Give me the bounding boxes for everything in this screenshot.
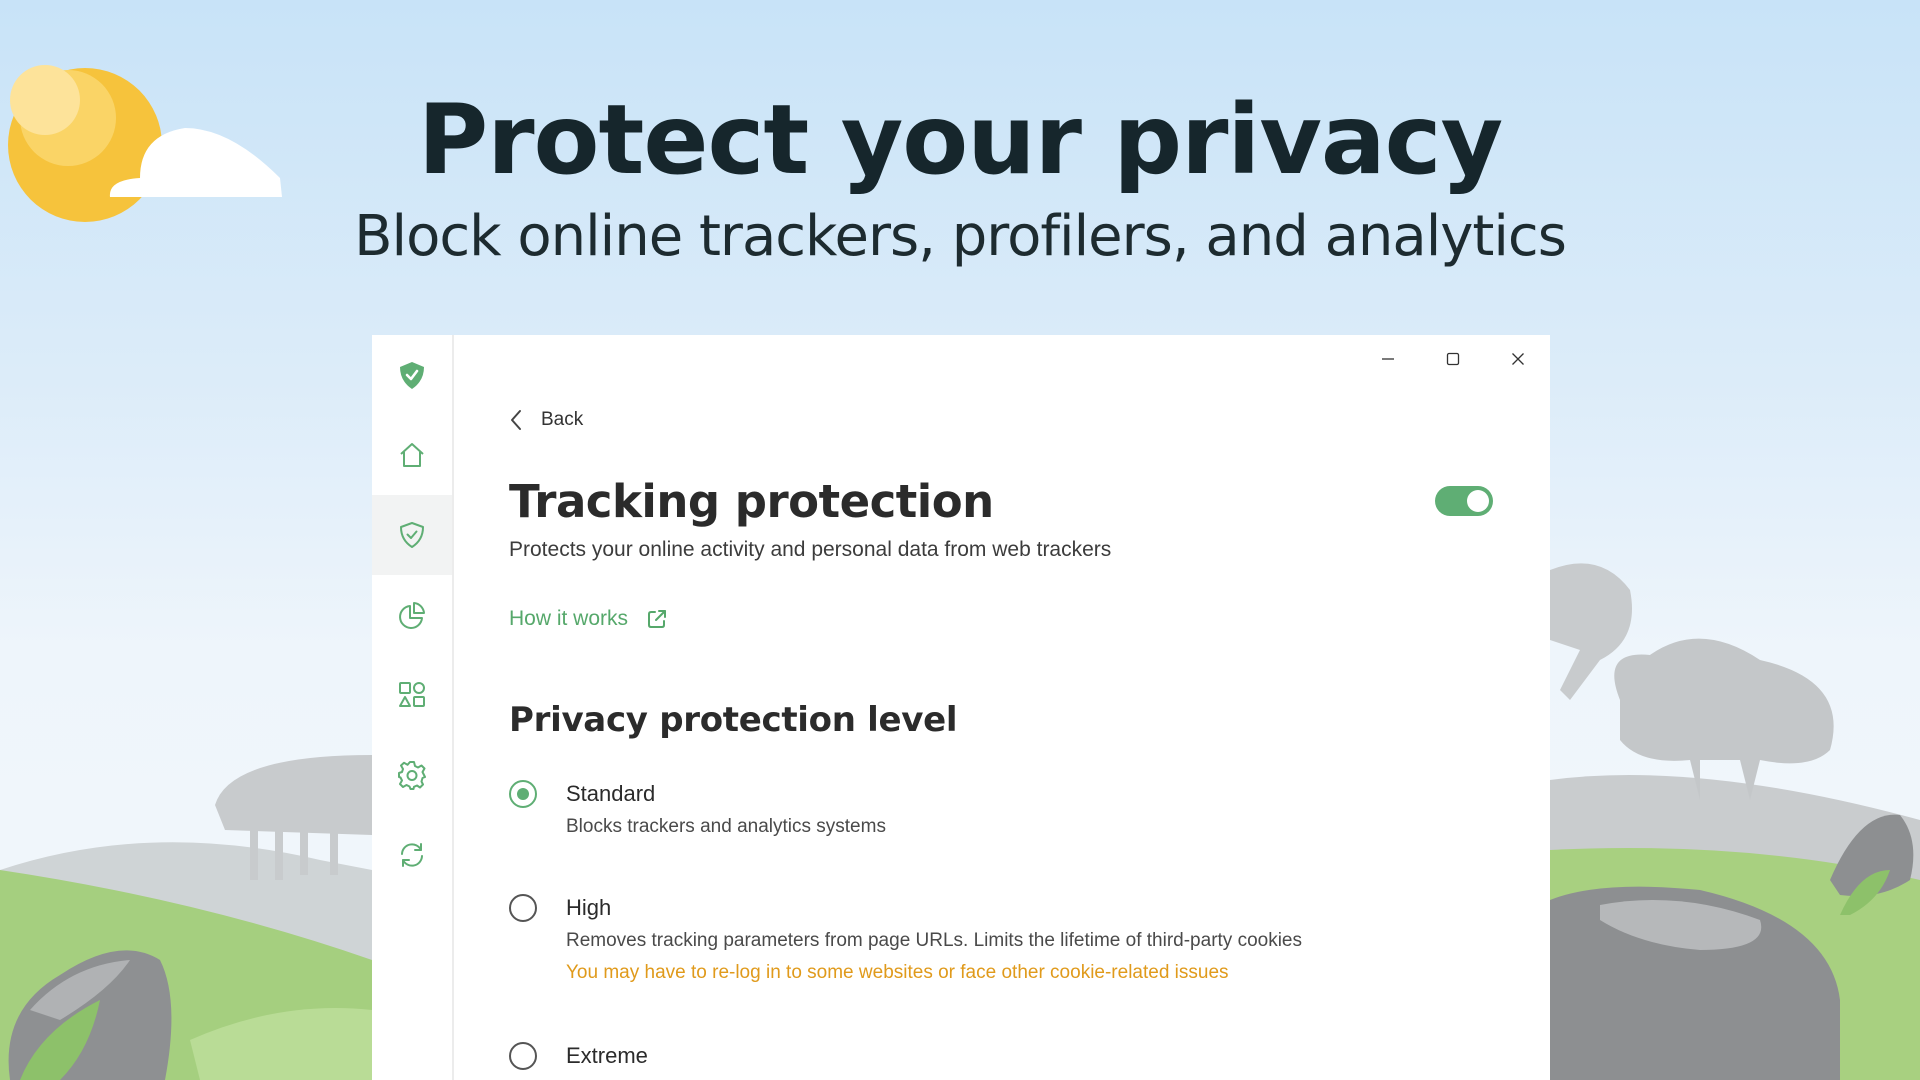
back-button[interactable]: Back — [509, 405, 583, 435]
sidebar-item-protection[interactable] — [372, 495, 452, 575]
main-content: Back Tracking protection Protects your o… — [509, 335, 1550, 1080]
option-description: Removes tracking parameters from page UR… — [566, 930, 1302, 951]
chevron-left-icon — [511, 410, 521, 430]
how-it-works-link[interactable]: How it works — [509, 607, 668, 631]
sidebar-item-updates[interactable] — [372, 815, 452, 895]
gear-icon — [398, 761, 426, 790]
option-label: High — [566, 895, 612, 920]
hero-subtitle: Block online trackers, profilers, and an… — [354, 204, 1567, 269]
how-it-works-label: How it works — [509, 607, 629, 630]
sidebar-item-settings[interactable] — [372, 735, 452, 815]
radio-extreme[interactable] — [509, 1042, 537, 1070]
external-link-icon — [648, 610, 667, 628]
sidebar-item-apps[interactable] — [372, 655, 452, 735]
sync-icon — [401, 843, 423, 867]
tracking-protection-toggle[interactable] — [1435, 486, 1493, 516]
sidebar-item-statistics[interactable] — [372, 575, 452, 655]
app-window: Back Tracking protection Protects your o… — [372, 335, 1550, 1080]
apps-grid-icon — [399, 682, 425, 707]
option-label: Standard — [566, 781, 656, 806]
app-logo — [372, 335, 452, 415]
option-description: Blocks trackers and analytics systems — [566, 816, 886, 837]
radio-high[interactable] — [509, 894, 537, 922]
back-label: Back — [541, 409, 584, 430]
section-title: Privacy protection level — [509, 700, 958, 740]
home-icon — [400, 443, 424, 467]
pie-chart-icon — [399, 602, 425, 629]
option-label: Extreme — [566, 1043, 648, 1068]
radio-standard[interactable] — [509, 780, 537, 808]
option-warning: You may have to re-log in to some websit… — [566, 962, 1229, 983]
hero-title: Protect your privacy — [417, 84, 1503, 196]
toggle-knob — [1467, 490, 1489, 512]
sidebar — [372, 335, 454, 1080]
adguard-shield-logo-icon — [400, 362, 424, 389]
shield-check-icon — [400, 522, 424, 548]
sidebar-item-home[interactable] — [372, 415, 452, 495]
page-description: Protects your online activity and person… — [509, 538, 1112, 561]
page-title: Tracking protection — [509, 475, 994, 528]
